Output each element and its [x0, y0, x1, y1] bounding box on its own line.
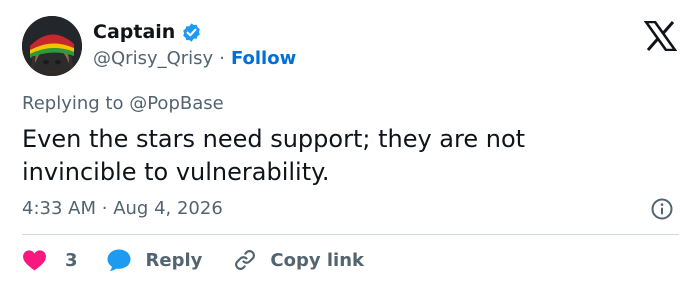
like-count: 3	[65, 249, 78, 271]
reply-label: Reply	[145, 249, 203, 271]
follow-button[interactable]: Follow	[231, 47, 296, 71]
avatar[interactable]	[22, 16, 82, 76]
like-button[interactable]: 3	[22, 249, 78, 271]
copy-link-button[interactable]: Copy link	[232, 247, 364, 273]
action-divider	[22, 234, 679, 235]
heart-icon	[22, 249, 47, 271]
reply-bubble-icon	[106, 248, 132, 272]
tweet-text: Even the stars need support; they are no…	[22, 125, 526, 186]
verified-badge-icon	[181, 22, 202, 43]
x-logo-icon[interactable]	[643, 20, 678, 52]
author-handle[interactable]: @Qrisy_Qrisy	[93, 47, 213, 71]
tweet-timestamp[interactable]: 4:33 AM · Aug 4, 2026	[22, 197, 223, 221]
author-display-name[interactable]: Captain	[93, 20, 175, 44]
reply-button[interactable]: Reply	[106, 248, 203, 272]
avatar-image	[22, 16, 82, 76]
copy-link-label: Copy link	[270, 249, 364, 271]
handle-separator: ·	[219, 48, 225, 69]
link-icon	[232, 247, 258, 273]
replying-to-label: Replying to	[22, 93, 124, 114]
author-name-row: Captain	[93, 20, 202, 44]
info-icon[interactable]	[650, 197, 674, 221]
tweet-date: Aug 4, 2026	[113, 198, 223, 219]
tweet-actions-bar: 3 Reply Copy link	[22, 247, 364, 273]
reply-mention-link[interactable]: @PopBase	[129, 93, 223, 114]
tweet-time: 4:33 AM	[22, 198, 96, 219]
replying-to-line: Replying to @PopBase	[22, 92, 224, 116]
timestamp-separator: ·	[101, 198, 108, 219]
author-handle-row: @Qrisy_Qrisy · Follow	[93, 47, 296, 71]
